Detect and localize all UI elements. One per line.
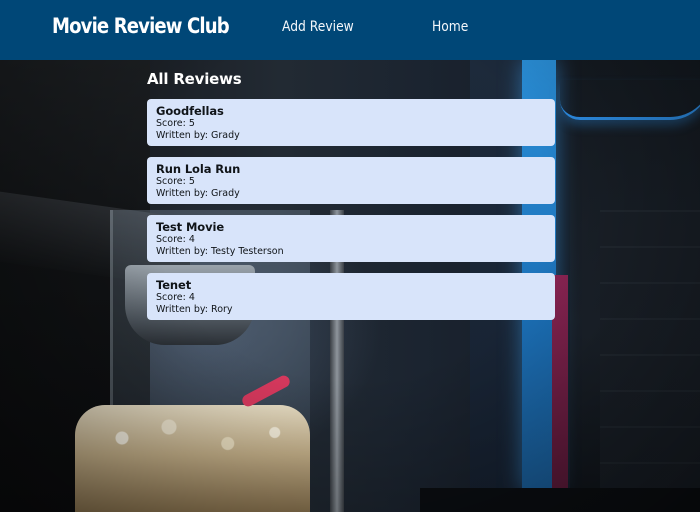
top-navbar: Movie Review Club Add Review Home [0, 0, 700, 60]
review-score: Score: 4 [156, 292, 195, 303]
review-score: Score: 5 [156, 118, 195, 129]
page-title: All Reviews [147, 70, 242, 88]
nav-add-review-link[interactable]: Add Review [282, 19, 354, 35]
review-card-run-lola-run[interactable]: Run Lola Run Score: 5 Written by: Grady [147, 157, 555, 204]
review-author: Written by: Testy Testerson [156, 245, 284, 257]
review-author: Written by: Grady [156, 187, 240, 199]
review-card-tenet[interactable]: Tenet Score: 4 Written by: Rory [147, 273, 555, 320]
review-card-goodfellas[interactable]: Goodfellas Score: 5 Written by: Grady [147, 99, 555, 146]
reviews-section: All Reviews Goodfellas Score: 5 Written … [147, 70, 555, 331]
review-score: Score: 4 [156, 234, 195, 245]
nav-home-link[interactable]: Home [432, 19, 468, 35]
review-title: Tenet [156, 278, 192, 292]
review-title: Test Movie [156, 220, 225, 234]
review-title: Goodfellas [156, 104, 224, 118]
review-author: Written by: Rory [156, 303, 233, 315]
brand-logo-link[interactable]: Movie Review Club [52, 14, 230, 38]
review-score: Score: 5 [156, 176, 195, 187]
review-title: Run Lola Run [156, 162, 241, 176]
review-card-test-movie[interactable]: Test Movie Score: 4 Written by: Testy Te… [147, 215, 555, 262]
review-author: Written by: Grady [156, 129, 240, 141]
